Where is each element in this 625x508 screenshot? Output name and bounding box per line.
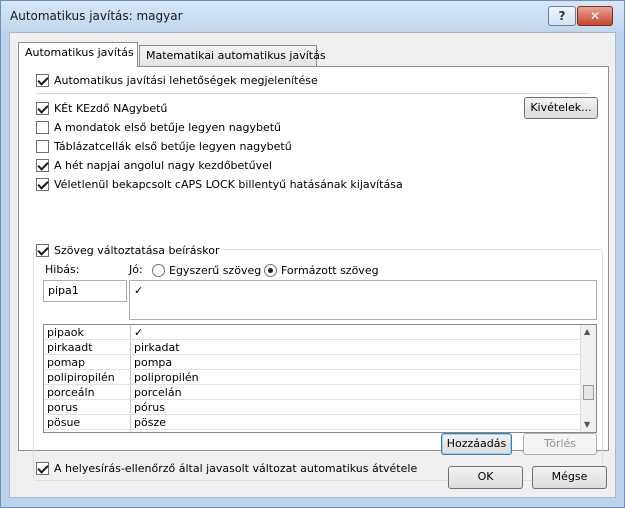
close-button[interactable]: ✕ (577, 6, 613, 26)
entry-right: pösze (134, 416, 166, 429)
plain-text-label: Egyszerű szöveg (169, 263, 262, 277)
ok-button[interactable]: OK (448, 466, 523, 489)
entry-right: ✓ (134, 326, 144, 339)
first-letter-table-option[interactable]: Táblázatcellák első betűje legyen nagybe… (36, 138, 292, 154)
first-letter-table-label: Táblázatcellák első betűje legyen nagybe… (54, 139, 292, 153)
day-names-option[interactable]: A hét napjai angolul nagy kezdőbetűvel (36, 157, 272, 173)
table-row[interactable]: pomap pompa (44, 355, 580, 370)
table-row[interactable]: porus pórus (44, 400, 580, 415)
formatted-text-option[interactable]: Formázott szöveg (264, 262, 379, 278)
checkbox-day-names[interactable] (36, 158, 49, 172)
entry-right: pirkadat (134, 341, 180, 354)
spell-checker-label: A helyesírás-ellenőrző által javasolt vá… (54, 461, 418, 475)
radio-plain-text[interactable] (152, 263, 165, 277)
caps-lock-label: Véletlenül bekapcsolt cAPS LOCK billenty… (54, 177, 403, 191)
checkbox-show-buttons[interactable] (36, 73, 49, 87)
show-buttons-label: Automatikus javítási lehetőségek megjele… (54, 73, 318, 87)
entry-right: pórus (134, 401, 165, 414)
table-row[interactable]: polipiropilén polipropilén (44, 370, 580, 385)
checkbox-first-letter-sentence[interactable] (36, 120, 49, 134)
entry-wrong: porus (47, 401, 78, 414)
close-icon: ✕ (589, 9, 601, 23)
radio-formatted-text[interactable] (264, 263, 277, 277)
spell-checker-option[interactable]: A helyesírás-ellenőrző által javasolt vá… (36, 460, 417, 476)
entry-wrong: pösue (47, 416, 81, 429)
window-title: Automatikus javítás: magyar (10, 9, 183, 23)
scroll-thumb[interactable] (583, 385, 594, 400)
first-letter-sentence-label: A mondatok első betűje legyen nagybetű (54, 120, 281, 134)
entry-wrong: pirkaadt (47, 341, 93, 354)
replace-text-label: Szöveg változtatása beíráskor (54, 243, 220, 257)
checkbox-two-initials[interactable] (36, 101, 49, 115)
checkbox-first-letter-table[interactable] (36, 139, 49, 153)
entry-right: porcelán (134, 386, 182, 399)
entry-wrong: porceáln (47, 386, 95, 399)
exceptions-button[interactable]: Kivételek... (524, 97, 598, 119)
checkbox-spell-checker[interactable] (36, 461, 49, 475)
first-letter-sentence-option[interactable]: A mondatok első betűje legyen nagybetű (36, 119, 281, 135)
right-input-value: ✓ (134, 284, 144, 297)
wrong-label: Hibás: (45, 263, 80, 276)
wrong-input-value: pipa1 (48, 284, 79, 297)
entry-right: polipropilén (134, 371, 199, 384)
table-row[interactable]: pipaok ✓ (44, 325, 580, 340)
separator (36, 93, 589, 94)
entry-right: pompa (134, 356, 173, 369)
entry-wrong: polipiropilén (47, 371, 115, 384)
caps-lock-option[interactable]: Véletlenül bekapcsolt cAPS LOCK billenty… (36, 176, 403, 192)
table-row[interactable]: pirkaadt pirkadat (44, 340, 580, 355)
two-initials-label: KÉt KEzdő NAgybetű (54, 101, 168, 115)
right-input[interactable]: ✓ (129, 280, 597, 320)
list-scrollbar[interactable]: ▲ ▼ (580, 325, 596, 432)
day-names-label: A hét napjai angolul nagy kezdőbetűvel (54, 158, 272, 172)
formatted-text-label: Formázott szöveg (281, 263, 379, 277)
replace-text-option[interactable]: Szöveg változtatása beíráskor (36, 242, 224, 258)
scroll-down-icon[interactable]: ▼ (584, 420, 590, 429)
checkbox-replace-text[interactable] (36, 243, 49, 257)
entry-wrong: pomap (47, 356, 86, 369)
delete-button[interactable]: Törlés (523, 433, 597, 455)
dialog-window: Automatikus javítás: magyar ? ✕ Automati… (0, 0, 625, 508)
right-label: Jó: (129, 263, 143, 276)
show-buttons-option[interactable]: Automatikus javítási lehetőségek megjele… (36, 72, 318, 88)
add-button[interactable]: Hozzáadás (441, 433, 512, 455)
two-initials-option[interactable]: KÉt KEzdő NAgybetű (36, 100, 167, 116)
autocorrect-list[interactable]: pipaok ✓ pirkaadt pirkadat pomap pompa p… (43, 324, 597, 433)
title-bar[interactable]: Automatikus javítás: magyar ? ✕ (1, 1, 624, 31)
entry-wrong: pipaok (47, 326, 84, 339)
tab-panel: Automatikus javítási lehetőségek megjele… (18, 66, 609, 481)
tab-autocorrect[interactable]: Automatikus javítás (18, 42, 138, 67)
tab-math-autocorrect[interactable]: Matematikai automatikus javítás (139, 45, 326, 67)
wrong-input[interactable]: pipa1 (43, 280, 127, 302)
checkbox-caps-lock[interactable] (36, 177, 49, 191)
dialog-client: Automatikus javítás Matematikai automati… (9, 32, 616, 498)
plain-text-option[interactable]: Egyszerű szöveg (152, 262, 261, 278)
scroll-up-icon[interactable]: ▲ (584, 327, 590, 336)
help-button[interactable]: ? (548, 6, 576, 26)
table-row[interactable]: porceáln porcelán (44, 385, 580, 400)
cancel-button[interactable]: Mégse (532, 466, 607, 489)
table-row[interactable]: pösue pösze (44, 415, 580, 430)
